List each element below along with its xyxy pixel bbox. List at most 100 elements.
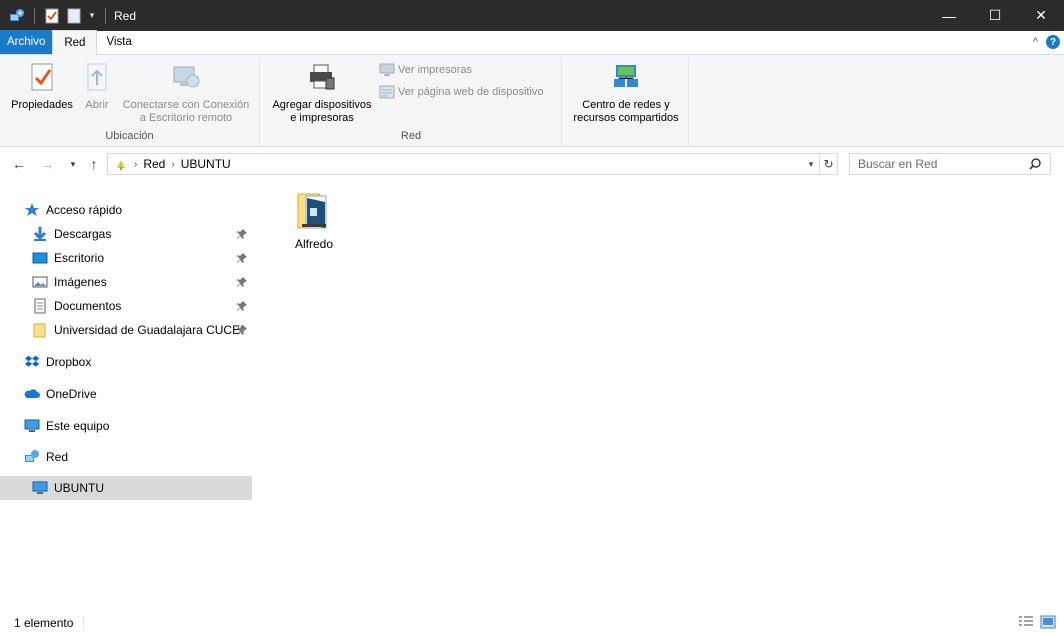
- group-red: Agregar dispositivos e impresoras Ver im…: [261, 57, 562, 145]
- properties-label: Propiedades: [11, 99, 73, 111]
- ribbon-tabs: Archivo Red Vista ^ ?: [0, 30, 1064, 55]
- group-ubicacion: Propiedades Abrir Conectarse con Conexió…: [0, 57, 260, 145]
- remote-desktop-icon: [173, 66, 200, 88]
- open-icon: [87, 63, 107, 91]
- group-label-ubicacion: Ubicación: [105, 130, 154, 142]
- file-view[interactable]: Alfredo: [262, 180, 1064, 610]
- refresh-icon[interactable]: ↻: [819, 154, 837, 174]
- recent-locations-icon[interactable]: ▾: [64, 155, 82, 173]
- breadcrumb-ubuntu[interactable]: UBUNTU: [181, 157, 231, 171]
- address-dropdown-icon[interactable]: ▾: [803, 154, 819, 174]
- tab-archivo[interactable]: Archivo: [0, 30, 53, 54]
- sidebar-label: Universidad de Guadalajara CUCEI: [54, 323, 244, 337]
- status-separator: [83, 615, 85, 630]
- dropbox-icon: [24, 354, 40, 370]
- details-view-icon[interactable]: [1018, 615, 1034, 629]
- remote-desktop-label-2: a Escritorio remoto: [139, 112, 233, 124]
- new-folder-quick-icon[interactable]: [65, 7, 83, 25]
- tab-vista[interactable]: Vista: [97, 30, 140, 54]
- pin-icon[interactable]: [236, 324, 248, 336]
- sidebar-item-este-equipo[interactable]: Este equipo: [0, 414, 252, 438]
- remote-desktop-button[interactable]: Conectarse con Conexión a Escritorio rem…: [118, 61, 254, 125]
- sidebar-item-imagenes[interactable]: Imágenes: [0, 270, 252, 294]
- download-arrow-icon: [32, 226, 48, 242]
- forward-arrow-icon[interactable]: →: [38, 155, 56, 173]
- view-printers-label: Ver impresoras: [398, 64, 472, 76]
- sidebar-label: Red: [46, 450, 69, 464]
- breadcrumb-chevron-icon: ›: [134, 158, 138, 170]
- pin-icon[interactable]: [236, 276, 248, 288]
- add-devices-button[interactable]: Agregar dispositivos e impresoras: [265, 61, 379, 125]
- network-icon: [24, 449, 40, 465]
- sidebar-item-documentos[interactable]: Documentos: [0, 294, 252, 318]
- pin-icon[interactable]: [236, 300, 248, 312]
- address-bar[interactable]: › Red › UBUNTU ▾ ↻: [107, 153, 838, 175]
- item-count: 1 elemento: [14, 615, 74, 630]
- sidebar-label: Imágenes: [54, 275, 107, 289]
- tab-red[interactable]: Red: [52, 30, 98, 55]
- properties-button[interactable]: Propiedades: [8, 61, 76, 112]
- help-icon[interactable]: ?: [1046, 35, 1060, 49]
- remote-desktop-label-1: Conectarse con Conexión: [122, 99, 250, 111]
- search-input[interactable]: [858, 157, 1023, 171]
- sidebar-label: Este equipo: [46, 419, 110, 433]
- up-arrow-icon[interactable]: ↑: [85, 155, 103, 173]
- navigation-bar: ← → ▾ ↑ › Red › UBUNTU ▾ ↻: [0, 148, 1064, 180]
- breadcrumb-chevron-icon: ›: [171, 158, 175, 170]
- network-center-label-1: Centro de redes y: [582, 99, 670, 111]
- sidebar-label: Dropbox: [46, 355, 92, 369]
- folder-icon: [32, 322, 48, 338]
- sidebar-item-universidad[interactable]: Universidad de Guadalajara CUCEI: [0, 318, 252, 342]
- sidebar-label: OneDrive: [46, 387, 97, 401]
- search-icon[interactable]: [1028, 157, 1042, 171]
- network-location-icon: [117, 160, 125, 170]
- sidebar-item-quick-access[interactable]: Acceso rápido: [0, 198, 252, 222]
- open-label: Abrir: [85, 99, 109, 111]
- sidebar-item-red[interactable]: Red: [0, 445, 252, 469]
- view-printers-button[interactable]: Ver impresoras: [379, 63, 472, 77]
- computer-icon: [32, 480, 48, 496]
- view-device-page-button[interactable]: Ver página web de dispositivo: [379, 85, 544, 99]
- collapse-ribbon-icon[interactable]: ^: [1033, 36, 1038, 48]
- computer-icon: [24, 418, 40, 434]
- window-title: Red: [114, 8, 137, 23]
- breadcrumb-red[interactable]: Red: [143, 157, 165, 171]
- sidebar-item-escritorio[interactable]: Escritorio: [0, 246, 252, 270]
- file-label: Alfredo: [294, 237, 334, 251]
- status-bar: 1 elemento: [0, 610, 1064, 635]
- cloud-icon: [24, 386, 40, 402]
- documents-icon: [32, 298, 48, 314]
- list-item[interactable]: Alfredo: [280, 190, 348, 251]
- view-printers-icon: [379, 63, 395, 76]
- customize-quick-access-icon[interactable]: ▾: [87, 7, 97, 25]
- sidebar-item-onedrive[interactable]: OneDrive: [0, 382, 252, 406]
- sidebar-item-descargas[interactable]: Descargas: [0, 222, 252, 246]
- title-bar: ▾ Red — ☐ ✕: [0, 0, 1064, 31]
- maximize-button[interactable]: ☐: [972, 0, 1018, 31]
- sidebar-label: Descargas: [54, 227, 112, 241]
- add-devices-label-1: Agregar dispositivos: [272, 99, 372, 111]
- pin-icon[interactable]: [236, 252, 248, 264]
- properties-quick-icon[interactable]: [43, 7, 61, 25]
- open-button[interactable]: Abrir: [80, 61, 114, 112]
- web-page-icon: [379, 85, 395, 99]
- sidebar-label: Acceso rápido: [46, 203, 123, 217]
- large-icons-view-icon[interactable]: [1040, 615, 1056, 629]
- title-separator: [105, 7, 106, 24]
- close-button[interactable]: ✕: [1018, 0, 1064, 31]
- sidebar-item-dropbox[interactable]: Dropbox: [0, 350, 252, 374]
- pictures-icon: [32, 274, 48, 290]
- desktop-icon: [32, 250, 48, 266]
- navigation-pane: Acceso rápido Descargas Escritorio Imáge…: [0, 180, 262, 610]
- sidebar-item-ubuntu[interactable]: UBUNTU: [0, 476, 252, 500]
- back-arrow-icon[interactable]: ←: [10, 155, 28, 173]
- view-device-page-label: Ver página web de dispositivo: [398, 86, 544, 98]
- minimize-button[interactable]: —: [926, 0, 972, 31]
- search-box[interactable]: [849, 153, 1051, 175]
- ribbon: Propiedades Abrir Conectarse con Conexió…: [0, 55, 1064, 147]
- pin-icon[interactable]: [236, 228, 248, 240]
- network-center-button[interactable]: Centro de redes y recursos compartidos: [565, 61, 687, 125]
- network-share-folder-icon: [297, 193, 327, 229]
- group-label-red: Red: [400, 130, 422, 142]
- network-app-icon[interactable]: [8, 7, 26, 25]
